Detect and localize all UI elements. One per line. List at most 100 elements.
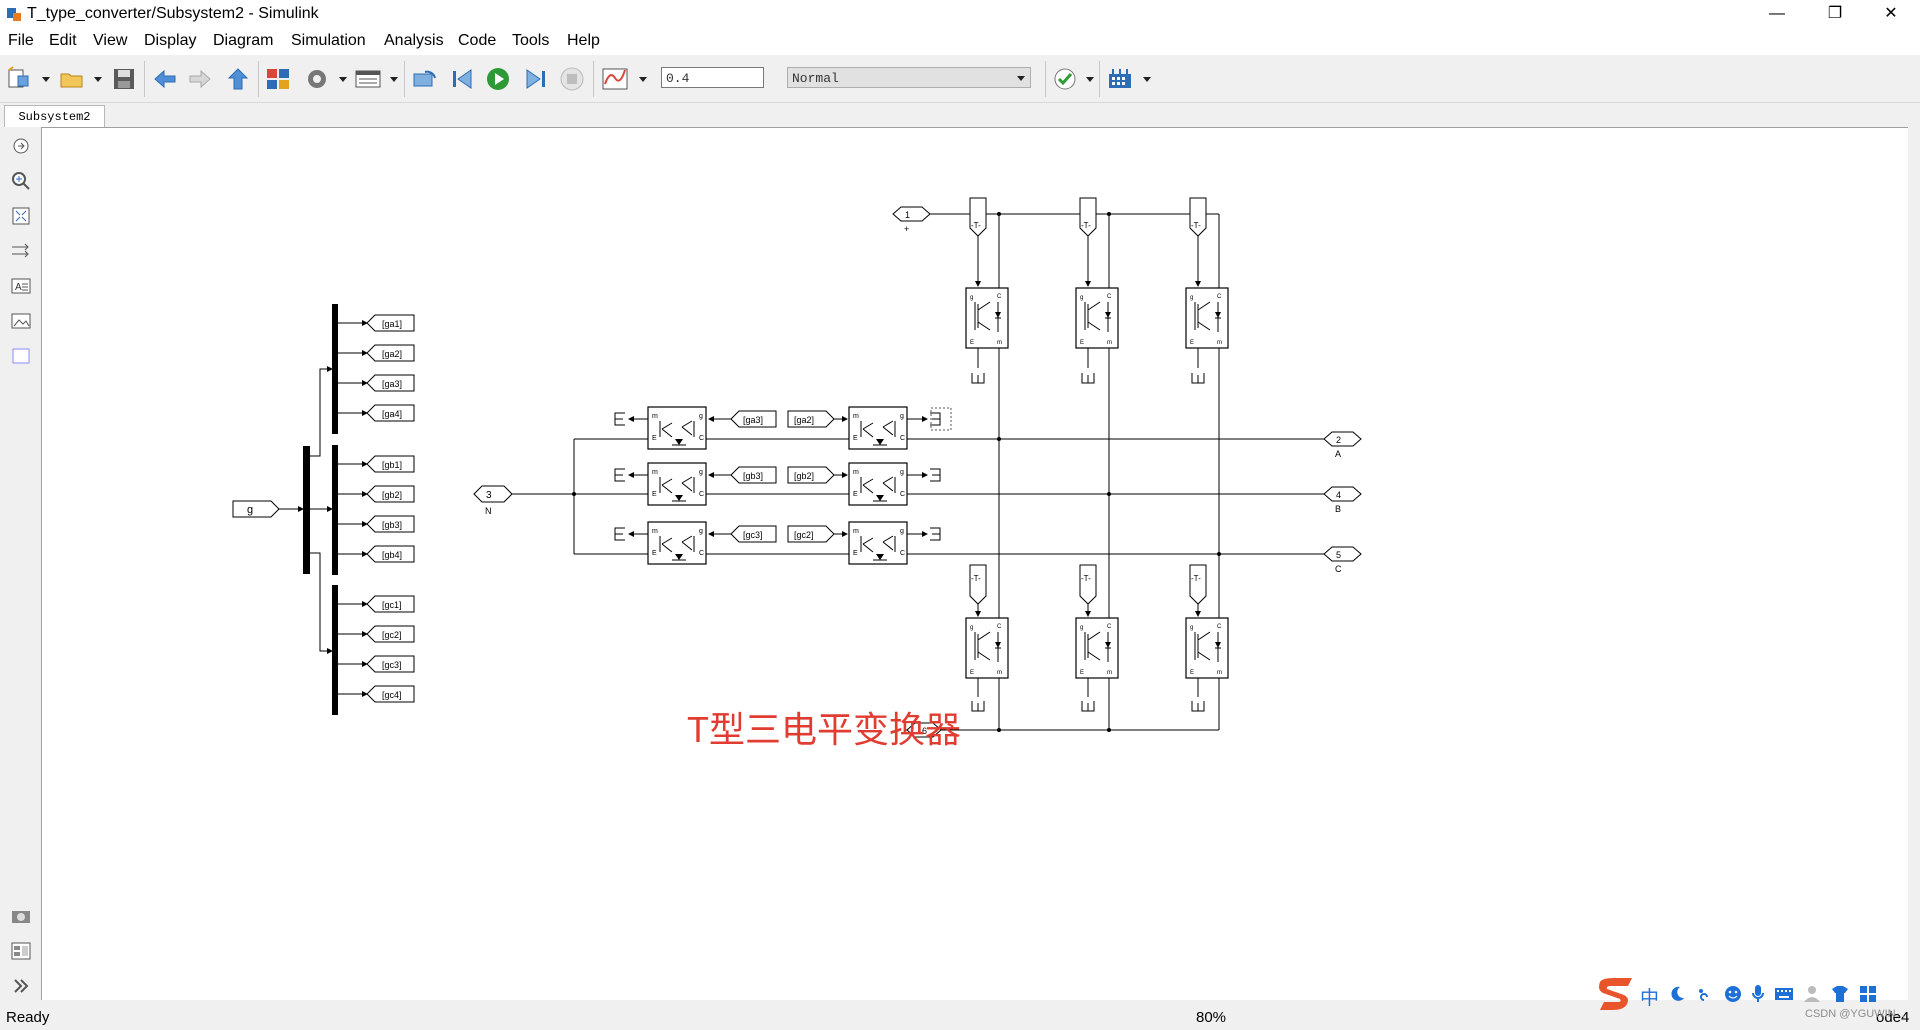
svg-text:A: A [15, 282, 22, 293]
inspector-dropdown-icon[interactable] [639, 77, 647, 82]
save-icon[interactable] [110, 66, 138, 92]
run-icon[interactable] [484, 66, 512, 92]
step-back-icon[interactable] [449, 66, 477, 92]
build-dropdown-icon[interactable] [1143, 77, 1151, 82]
moon-icon[interactable] [1668, 985, 1686, 1003]
diagram-annotation[interactable]: T型三电平变换器 [687, 709, 961, 750]
upper-gate-tags: -T- -T- -T- [969, 197, 1207, 287]
menu-edit[interactable]: Edit [49, 32, 77, 50]
menu-file[interactable]: File [8, 32, 34, 50]
close-button[interactable]: ✕ [1862, 0, 1920, 28]
settings-dropdown-icon[interactable] [339, 77, 347, 82]
goto-gb4: [gb4] [338, 545, 415, 563]
data-inspector-icon[interactable] [601, 66, 629, 92]
output-port-a[interactable]: 2 A [1323, 431, 1362, 459]
svg-text:[gb2]: [gb2] [794, 471, 814, 481]
bidirectional-switch-a2[interactable] [848, 406, 908, 450]
goto-gc4: [gc4] [338, 685, 415, 703]
model-browser-icon[interactable] [10, 940, 32, 962]
menu-view[interactable]: View [93, 32, 127, 50]
dc-positive-port[interactable]: 1 + [892, 206, 931, 234]
step-forward-icon[interactable] [521, 66, 549, 92]
simulation-mode-select[interactable]: Normal [787, 67, 1031, 88]
upper-igbt-c[interactable] [1185, 287, 1229, 349]
zoom-in-icon[interactable] [10, 170, 32, 192]
open-icon[interactable] [58, 66, 86, 92]
hide-show-icon[interactable] [10, 135, 32, 157]
goto-gc1: [gc1] [338, 595, 415, 613]
demux-b[interactable] [332, 445, 338, 575]
stop-icon[interactable] [558, 66, 586, 92]
forward-icon[interactable] [186, 66, 214, 92]
bidirectional-switch-c1[interactable] [647, 521, 707, 565]
emoji-icon[interactable] [1724, 985, 1742, 1003]
bidirectional-switch-a1[interactable] [647, 406, 707, 450]
fit-view-icon[interactable] [10, 205, 32, 227]
refresh-icon[interactable] [411, 66, 439, 92]
explorer-dropdown-icon[interactable] [390, 77, 398, 82]
model-canvas[interactable]: g C E m m g E C g [ga1] [ga2] [ga3] [41, 127, 1920, 1000]
menu-help[interactable]: Help [567, 32, 600, 50]
annotation-icon[interactable]: A [10, 275, 32, 297]
build-icon[interactable] [1106, 66, 1134, 92]
svg-text:2: 2 [1336, 435, 1341, 445]
new-dropdown-icon[interactable] [42, 77, 50, 82]
lower-igbt-c[interactable] [1185, 617, 1229, 679]
demux-c[interactable] [332, 585, 338, 715]
microphone-icon[interactable] [1750, 984, 1766, 1004]
back-icon[interactable] [151, 66, 179, 92]
menu-code[interactable]: Code [458, 32, 496, 50]
screenshot-icon[interactable] [10, 905, 32, 927]
new-model-icon[interactable] [6, 66, 34, 92]
menu-analysis[interactable]: Analysis [384, 32, 444, 50]
svg-text:[gc1]: [gc1] [382, 600, 402, 610]
demux-a[interactable] [332, 304, 338, 434]
diagram[interactable]: g C E m m g E C g [ga1] [ga2] [ga3] [42, 128, 1920, 1001]
image-icon[interactable] [10, 310, 32, 332]
neutral-port[interactable]: 3 N [473, 485, 513, 516]
output-port-c[interactable]: 5 C [1323, 546, 1362, 574]
menu-tools[interactable]: Tools [512, 32, 549, 50]
route-lines-icon[interactable] [10, 240, 32, 262]
stop-time-input[interactable]: 0.4 [661, 67, 764, 88]
menu-diagram[interactable]: Diagram [213, 32, 273, 50]
upper-igbt-b[interactable] [1075, 287, 1119, 349]
menu-simulation[interactable]: Simulation [291, 32, 366, 50]
user-icon[interactable] [1802, 984, 1822, 1004]
check-icon[interactable] [1051, 66, 1079, 92]
svg-text:[gc3]: [gc3] [382, 660, 402, 670]
maximize-button[interactable]: ❐ [1806, 0, 1864, 28]
bidirectional-switch-b2[interactable] [848, 462, 908, 506]
from-ga2: [ga2] [787, 410, 848, 428]
area-icon[interactable] [10, 345, 32, 367]
output-port-b[interactable]: 4 B [1323, 486, 1362, 514]
punctuation-icon[interactable] [1696, 985, 1714, 1003]
expand-icon[interactable] [10, 975, 32, 997]
menu-display[interactable]: Display [144, 32, 196, 50]
library-browser-icon[interactable] [265, 66, 293, 92]
up-icon[interactable] [224, 66, 252, 92]
lower-gate-tag-a: -T- [969, 564, 987, 617]
tab-subsystem2[interactable]: Subsystem2 [4, 105, 105, 127]
bidirectional-switch-b1[interactable] [647, 462, 707, 506]
skin-icon[interactable] [1830, 984, 1850, 1004]
vertical-scrollbar[interactable] [1908, 127, 1920, 1000]
lower-igbt-a[interactable] [965, 617, 1009, 679]
ime-toolbar: 中 [1596, 976, 1910, 1012]
ime-chinese-toggle[interactable]: 中 [1640, 983, 1659, 1010]
gate-input-port[interactable]: g [232, 500, 280, 518]
minimize-button[interactable]: — [1748, 0, 1806, 28]
bidirectional-switch-c2[interactable] [848, 521, 908, 565]
keyboard-icon[interactable] [1774, 985, 1794, 1003]
toolbox-icon[interactable] [1858, 984, 1878, 1004]
main-demux[interactable] [303, 446, 310, 574]
model-explorer-icon[interactable] [354, 66, 382, 92]
model-settings-icon[interactable] [303, 66, 331, 92]
lower-gate-tags: -T- -T- -T- [969, 564, 1207, 617]
check-dropdown-icon[interactable] [1086, 77, 1094, 82]
open-dropdown-icon[interactable] [94, 77, 102, 82]
svg-text:-T-: -T- [971, 574, 981, 583]
lower-igbt-b[interactable] [1075, 617, 1119, 679]
upper-igbt-a[interactable] [965, 287, 1009, 349]
sogou-logo-icon[interactable] [1596, 976, 1636, 1012]
